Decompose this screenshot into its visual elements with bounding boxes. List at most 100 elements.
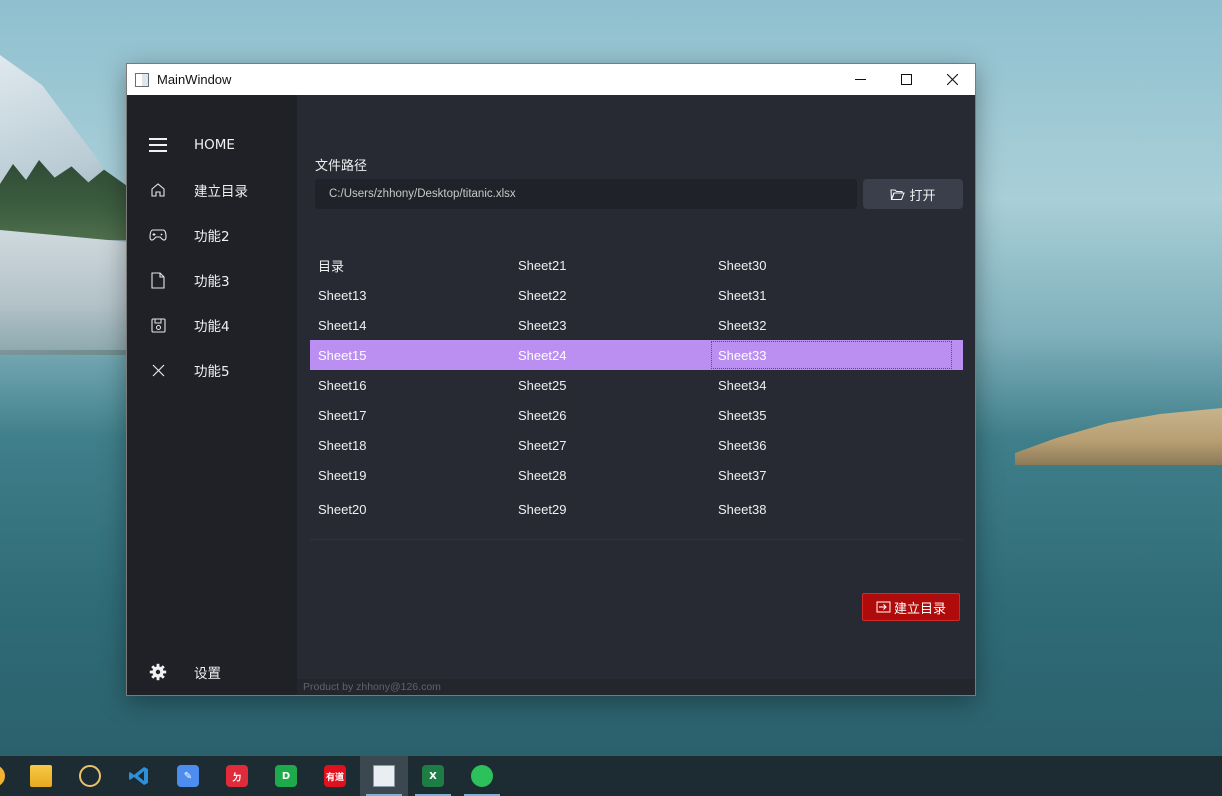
table-cell[interactable]: Sheet15	[310, 340, 510, 370]
table-row[interactable]: Sheet20 Sheet29 Sheet38	[310, 494, 963, 524]
taskbar: ✎ ㄉ D 有道 X	[0, 756, 1222, 796]
sidebar-item-label: 功能4	[194, 319, 230, 335]
sheet-table: 目录 Sheet21 Sheet30 Sheet13 Sheet22 Sheet…	[310, 250, 963, 539]
window-title: MainWindow	[157, 72, 232, 87]
table-cell[interactable]: Sheet29	[510, 494, 710, 524]
minimize-button[interactable]	[837, 64, 883, 95]
table-row[interactable]: 目录 Sheet21 Sheet30	[310, 250, 963, 280]
table-cell[interactable]: Sheet28	[510, 460, 710, 490]
sidebar-item-function5[interactable]: 功能5	[127, 350, 297, 390]
sidebar-item-function2[interactable]: 功能2	[127, 215, 297, 255]
table-cell[interactable]: Sheet34	[710, 370, 910, 400]
sidebar: HOME 建立目录 功能2 功能3 功能4 功能5 设置	[127, 95, 297, 695]
table-cell[interactable]: Sheet26	[510, 400, 710, 430]
table-row[interactable]: Sheet17 Sheet26 Sheet35	[310, 400, 963, 430]
dictionary-app-icon: 有道	[324, 765, 346, 787]
excel-icon: X	[422, 765, 444, 787]
close-window-button[interactable]	[929, 64, 975, 95]
table-row[interactable]: Sheet16 Sheet25 Sheet34	[310, 370, 963, 400]
table-cell[interactable]: Sheet25	[510, 370, 710, 400]
table-cell[interactable]: Sheet32	[710, 310, 910, 340]
minimize-icon	[854, 79, 866, 80]
desktop-wallpaper-shore	[0, 230, 130, 350]
taskbar-item-file-explorer[interactable]	[17, 756, 65, 796]
taskbar-item-navicat[interactable]	[66, 756, 114, 796]
menu-icon	[148, 135, 168, 155]
table-cell[interactable]: Sheet22	[510, 280, 710, 310]
table-cell[interactable]: Sheet31	[710, 280, 910, 310]
tool-app-icon: ㄉ	[226, 765, 248, 787]
vscode-icon	[128, 765, 150, 787]
sidebar-item-function3[interactable]: 功能3	[127, 260, 297, 300]
taskbar-item-notes[interactable]: ✎	[164, 756, 212, 796]
file-path-input[interactable]: C:/Users/zhhony/Desktop/titanic.xlsx	[315, 179, 857, 209]
table-cell[interactable]: Sheet27	[510, 430, 710, 460]
sidebar-item-label: 功能2	[194, 229, 230, 245]
taskbar-item-tool[interactable]: ㄉ	[213, 756, 261, 796]
sidebar-item-label: 功能5	[194, 364, 230, 380]
gear-icon	[148, 662, 168, 682]
maximize-icon	[900, 74, 912, 85]
table-row[interactable]: Sheet14 Sheet23 Sheet32	[310, 310, 963, 340]
main-window: MainWindow HOME 建立目录 功能2 功能3 功能4 功能5 设置 …	[126, 63, 976, 696]
desktop-wallpaper-trees	[0, 160, 130, 240]
settings-label: 设置	[194, 666, 221, 682]
sidebar-item-home[interactable]: HOME	[127, 125, 297, 165]
table-cell[interactable]: Sheet24	[510, 340, 710, 370]
sidebar-item-settings[interactable]: 设置	[127, 652, 297, 692]
table-cell[interactable]: Sheet37	[710, 460, 910, 490]
table-cell[interactable]: Sheet14	[310, 310, 510, 340]
close-icon	[946, 74, 958, 85]
table-cell[interactable]: Sheet36	[710, 430, 910, 460]
table-divider	[310, 539, 963, 540]
home-icon	[148, 180, 168, 200]
table-row[interactable]: Sheet13 Sheet22 Sheet31	[310, 280, 963, 310]
notes-app-icon: ✎	[177, 765, 199, 787]
table-cell[interactable]: Sheet20	[310, 494, 510, 524]
table-cell[interactable]: Sheet35	[710, 400, 910, 430]
folder-open-icon	[890, 188, 906, 200]
window-controls	[837, 64, 975, 95]
taskbar-item-dictionary[interactable]: 有道	[311, 756, 359, 796]
window-body: HOME 建立目录 功能2 功能3 功能4 功能5 设置 文件路径 C:/Use…	[127, 95, 975, 695]
maximize-button[interactable]	[883, 64, 929, 95]
table-cell[interactable]: Sheet19	[310, 460, 510, 490]
open-button[interactable]: 打开	[863, 179, 963, 209]
table-cell[interactable]: Sheet23	[510, 310, 710, 340]
table-cell[interactable]: Sheet38	[710, 494, 910, 524]
table-cell[interactable]: Sheet21	[510, 250, 710, 280]
file-explorer-icon	[30, 765, 52, 787]
taskbar-item-vscode[interactable]	[115, 756, 163, 796]
table-cell[interactable]: Sheet30	[710, 250, 910, 280]
desktop-wallpaper-grass	[1015, 408, 1222, 465]
table-cell[interactable]: Sheet18	[310, 430, 510, 460]
taskbar-item[interactable]	[0, 756, 18, 796]
sidebar-item-function4[interactable]: 功能4	[127, 305, 297, 345]
sidebar-item-label: 功能3	[194, 274, 230, 290]
taskbar-item-mainwindow[interactable]	[360, 756, 408, 796]
table-cell[interactable]: Sheet17	[310, 400, 510, 430]
table-row[interactable]: Sheet19 Sheet28 Sheet37	[310, 460, 963, 490]
file-icon	[148, 270, 168, 290]
table-row[interactable]: Sheet18 Sheet27 Sheet36	[310, 430, 963, 460]
sidebar-item-label: 建立目录	[194, 184, 248, 200]
close-icon	[148, 360, 168, 380]
navicat-icon	[79, 765, 101, 787]
table-cell[interactable]: 目录	[310, 250, 510, 280]
build-catalog-button[interactable]: 建立目录	[862, 593, 960, 621]
table-row-selected[interactable]: Sheet15 Sheet24 Sheet33	[310, 340, 963, 370]
taskbar-item-wechat[interactable]	[458, 756, 506, 796]
open-button-label: 打开	[909, 188, 936, 204]
table-cell[interactable]: Sheet16	[310, 370, 510, 400]
table-cell-focused[interactable]: Sheet33	[710, 340, 953, 370]
sidebar-item-build-catalog[interactable]: 建立目录	[127, 170, 297, 210]
taskbar-item-d-app[interactable]: D	[262, 756, 310, 796]
enter-icon	[876, 601, 891, 613]
taskbar-item-excel[interactable]: X	[409, 756, 457, 796]
app-icon	[135, 72, 149, 87]
file-path-label: 文件路径	[315, 159, 368, 174]
build-catalog-button-label: 建立目录	[893, 601, 946, 617]
save-icon	[148, 315, 168, 335]
title-bar[interactable]: MainWindow	[127, 64, 975, 95]
table-cell[interactable]: Sheet13	[310, 280, 510, 310]
